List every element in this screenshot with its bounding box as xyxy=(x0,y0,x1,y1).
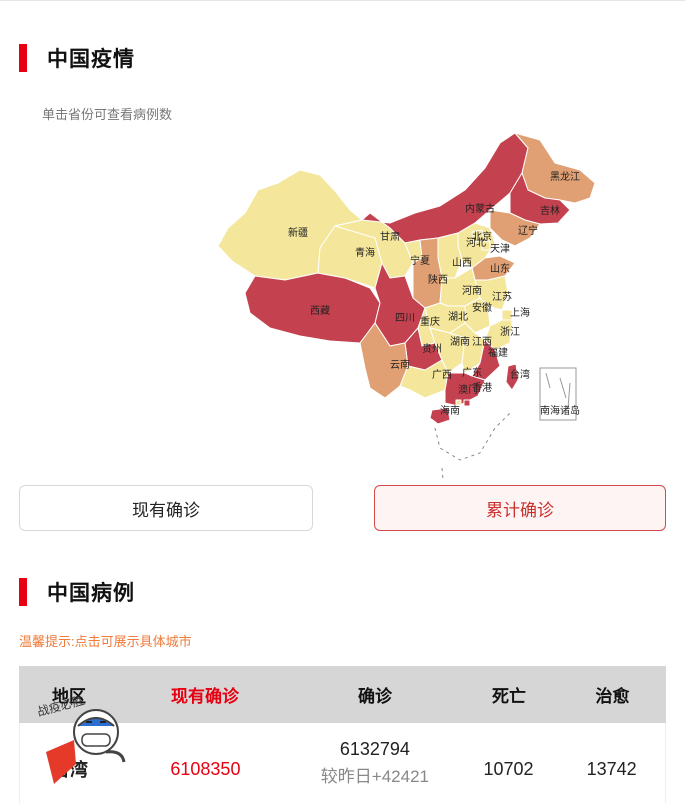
province-label-yunnan: 云南 xyxy=(390,358,410,371)
province-label-henan: 河南 xyxy=(462,284,482,297)
confirmed-value: 6132794 xyxy=(339,739,410,759)
province-label-sichuan: 四川 xyxy=(395,313,415,324)
province-label-anhui: 安徽 xyxy=(472,301,492,314)
table-tip: 温馨提示:点击可展示具体城市 xyxy=(19,634,192,649)
title-accent-bar xyxy=(19,44,27,72)
province-label-shandong: 山东 xyxy=(490,262,510,275)
header-deaths[interactable]: 死亡 xyxy=(459,682,559,707)
header-current[interactable]: 现有确诊 xyxy=(119,682,291,707)
cell-current: 6108350 xyxy=(170,758,241,779)
province-label-liaoning: 辽宁 xyxy=(518,224,538,237)
province-label-xizang: 西藏 xyxy=(310,305,330,317)
province-label-jiangsu: 江苏 xyxy=(492,290,512,303)
province-label-shanghai: 上海 xyxy=(510,306,530,319)
section-title-cases: 中国病例 xyxy=(19,577,135,607)
current-confirmed-toggle[interactable]: 现有确诊 xyxy=(19,485,313,531)
province-label-hainan: 海南 xyxy=(440,404,460,417)
china-map-svg[interactable]: 新疆西藏青海甘肃内蒙古黑龙江吉林辽宁北京天津河北山西宁夏陕西河南山东江苏安徽湖北… xyxy=(210,128,610,486)
province-xianggang[interactable] xyxy=(463,399,471,407)
province-label-nanhai: 南海诸岛 xyxy=(540,404,580,417)
province-label-xinjiang: 新疆 xyxy=(288,226,308,239)
province-label-jiangxi: 江西 xyxy=(472,336,492,348)
province-label-hubei: 湖北 xyxy=(448,311,468,323)
province-label-tianjin: 天津 xyxy=(490,243,510,255)
province-label-chongqing: 重庆 xyxy=(420,315,440,328)
header-confirmed[interactable]: 确诊 xyxy=(291,682,459,707)
mascot-sticker: 战疫必胜 xyxy=(34,692,130,792)
province-aomen[interactable] xyxy=(455,399,462,406)
section-title-epidemic: 中国疫情 xyxy=(19,43,135,73)
province-label-neimenggu: 内蒙古 xyxy=(465,202,495,215)
province-label-guizhou: 贵州 xyxy=(422,342,442,355)
province-label-guangxi: 广西 xyxy=(432,369,452,381)
province-label-shaanxi: 陕西 xyxy=(428,273,448,286)
title-accent-bar xyxy=(19,578,27,606)
province-label-jilin: 吉林 xyxy=(540,204,560,217)
cell-confirmed: 6132794 较昨日+42421 xyxy=(291,739,458,787)
total-confirmed-toggle[interactable]: 累计确诊 xyxy=(374,485,666,531)
section-title-text: 中国疫情 xyxy=(47,48,135,71)
province-label-gansu: 甘肃 xyxy=(380,230,400,243)
header-cured[interactable]: 治愈 xyxy=(559,682,666,707)
province-shanxi[interactable] xyxy=(437,232,463,279)
province-label-hebei: 河北 xyxy=(466,237,486,249)
cape-icon xyxy=(46,740,76,784)
mascot-head-icon xyxy=(73,709,119,755)
province-label-guangdong: 广东 xyxy=(462,366,482,379)
dashed-boundary xyxy=(434,412,511,481)
province-label-qinghai: 青海 xyxy=(355,246,375,259)
province-label-shanxi: 山西 xyxy=(452,257,472,269)
top-divider xyxy=(0,0,685,1)
province-label-heilongjiang: 黑龙江 xyxy=(550,170,580,183)
province-label-fujian: 福建 xyxy=(488,346,508,359)
section-title-text: 中国病例 xyxy=(47,582,135,605)
cell-deaths: 10702 xyxy=(483,758,534,779)
confirmed-delta: 较昨日+42421 xyxy=(320,767,429,786)
province-label-taiwan: 台湾 xyxy=(510,368,530,381)
sticker-text: 战疫必胜 xyxy=(35,692,85,719)
province-label-zhejiang: 浙江 xyxy=(500,326,520,338)
china-map[interactable]: 新疆 西藏 青海 甘肃 内蒙古 黑龙江 吉林 辽宁 北京 天津 河北 山西 宁夏 陕西 河南 山东 江苏 安徽 湖北… xyxy=(210,128,610,486)
province-label-aomen: 澳门 xyxy=(458,383,478,396)
map-hint: 单击省份可查看病例数 xyxy=(42,107,173,122)
cell-cured: 13742 xyxy=(586,758,637,779)
province-label-hunan: 湖南 xyxy=(450,335,470,348)
province-label-ningxia: 宁夏 xyxy=(410,254,430,267)
